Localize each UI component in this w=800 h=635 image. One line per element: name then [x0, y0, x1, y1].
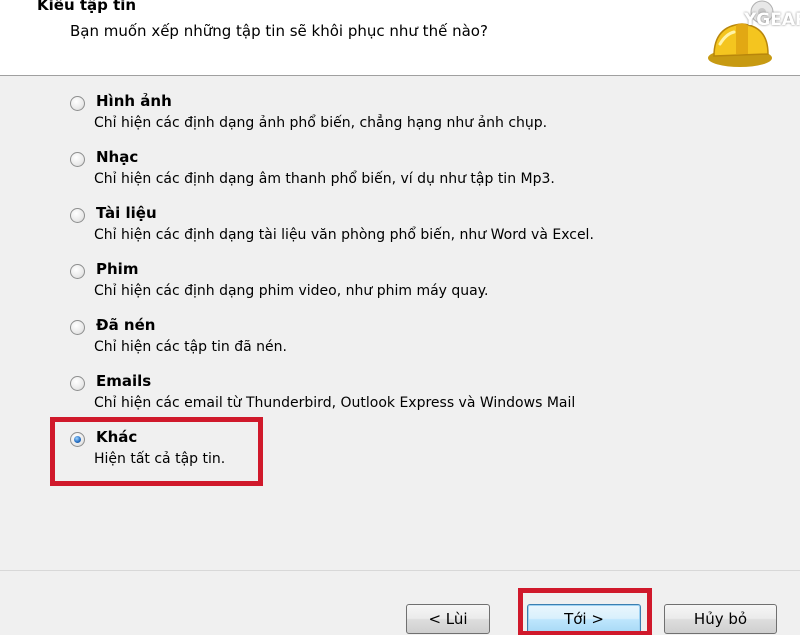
option-videos[interactable]: Phim Chỉ hiện các định dạng phim video, … — [68, 260, 718, 310]
option-description: Chỉ hiện các định dạng âm thanh phổ biến… — [94, 171, 555, 187]
watermark-text: YGEAR — [744, 10, 800, 30]
highlight-frame-other — [50, 417, 263, 486]
back-button[interactable]: < Lùi — [406, 604, 490, 634]
option-emails[interactable]: Emails Chỉ hiện các email từ Thunderbird… — [68, 372, 718, 422]
highlight-frame-next — [518, 588, 652, 635]
option-description: Chỉ hiện các email từ Thunderbird, Outlo… — [94, 395, 576, 411]
wizard-header: Kiểu tập tin Bạn muốn xếp những tập tin … — [0, 0, 800, 76]
radio-music[interactable] — [70, 152, 85, 167]
option-label: Emails — [96, 372, 152, 390]
radio-emails[interactable] — [70, 376, 85, 391]
option-label: Phim — [96, 260, 139, 278]
option-description: Chỉ hiện các định dạng phim video, như p… — [94, 283, 489, 299]
file-type-options: Hình ảnh Chỉ hiện các định dạng ảnh phổ … — [0, 76, 800, 570]
option-label: Hình ảnh — [96, 92, 172, 110]
option-description: Chỉ hiện các định dạng tài liệu văn phòn… — [94, 227, 594, 243]
option-description: Chỉ hiện các tập tin đã nén. — [94, 339, 287, 355]
cancel-button[interactable]: Hủy bỏ — [664, 604, 777, 634]
page-subtitle: Bạn muốn xếp những tập tin sẽ khôi phục … — [70, 22, 488, 40]
wizard-window: Kiểu tập tin Bạn muốn xếp những tập tin … — [0, 0, 800, 635]
option-label: Tài liệu — [96, 204, 157, 222]
option-images[interactable]: Hình ảnh Chỉ hiện các định dạng ảnh phổ … — [68, 92, 718, 142]
radio-documents[interactable] — [70, 208, 85, 223]
page-title: Kiểu tập tin — [37, 0, 137, 14]
option-label: Nhạc — [96, 148, 139, 166]
option-description: Chỉ hiện các định dạng ảnh phổ biến, chẳ… — [94, 115, 548, 131]
radio-images[interactable] — [70, 96, 85, 111]
option-compressed[interactable]: Đã nén Chỉ hiện các tập tin đã nén. — [68, 316, 718, 366]
option-label: Đã nén — [96, 316, 156, 334]
option-documents[interactable]: Tài liệu Chỉ hiện các định dạng tài liệu… — [68, 204, 718, 254]
option-music[interactable]: Nhạc Chỉ hiện các định dạng âm thanh phổ… — [68, 148, 718, 198]
radio-compressed[interactable] — [70, 320, 85, 335]
radio-videos[interactable] — [70, 264, 85, 279]
wizard-footer: < Lùi Tới > Hủy bỏ — [0, 570, 800, 635]
